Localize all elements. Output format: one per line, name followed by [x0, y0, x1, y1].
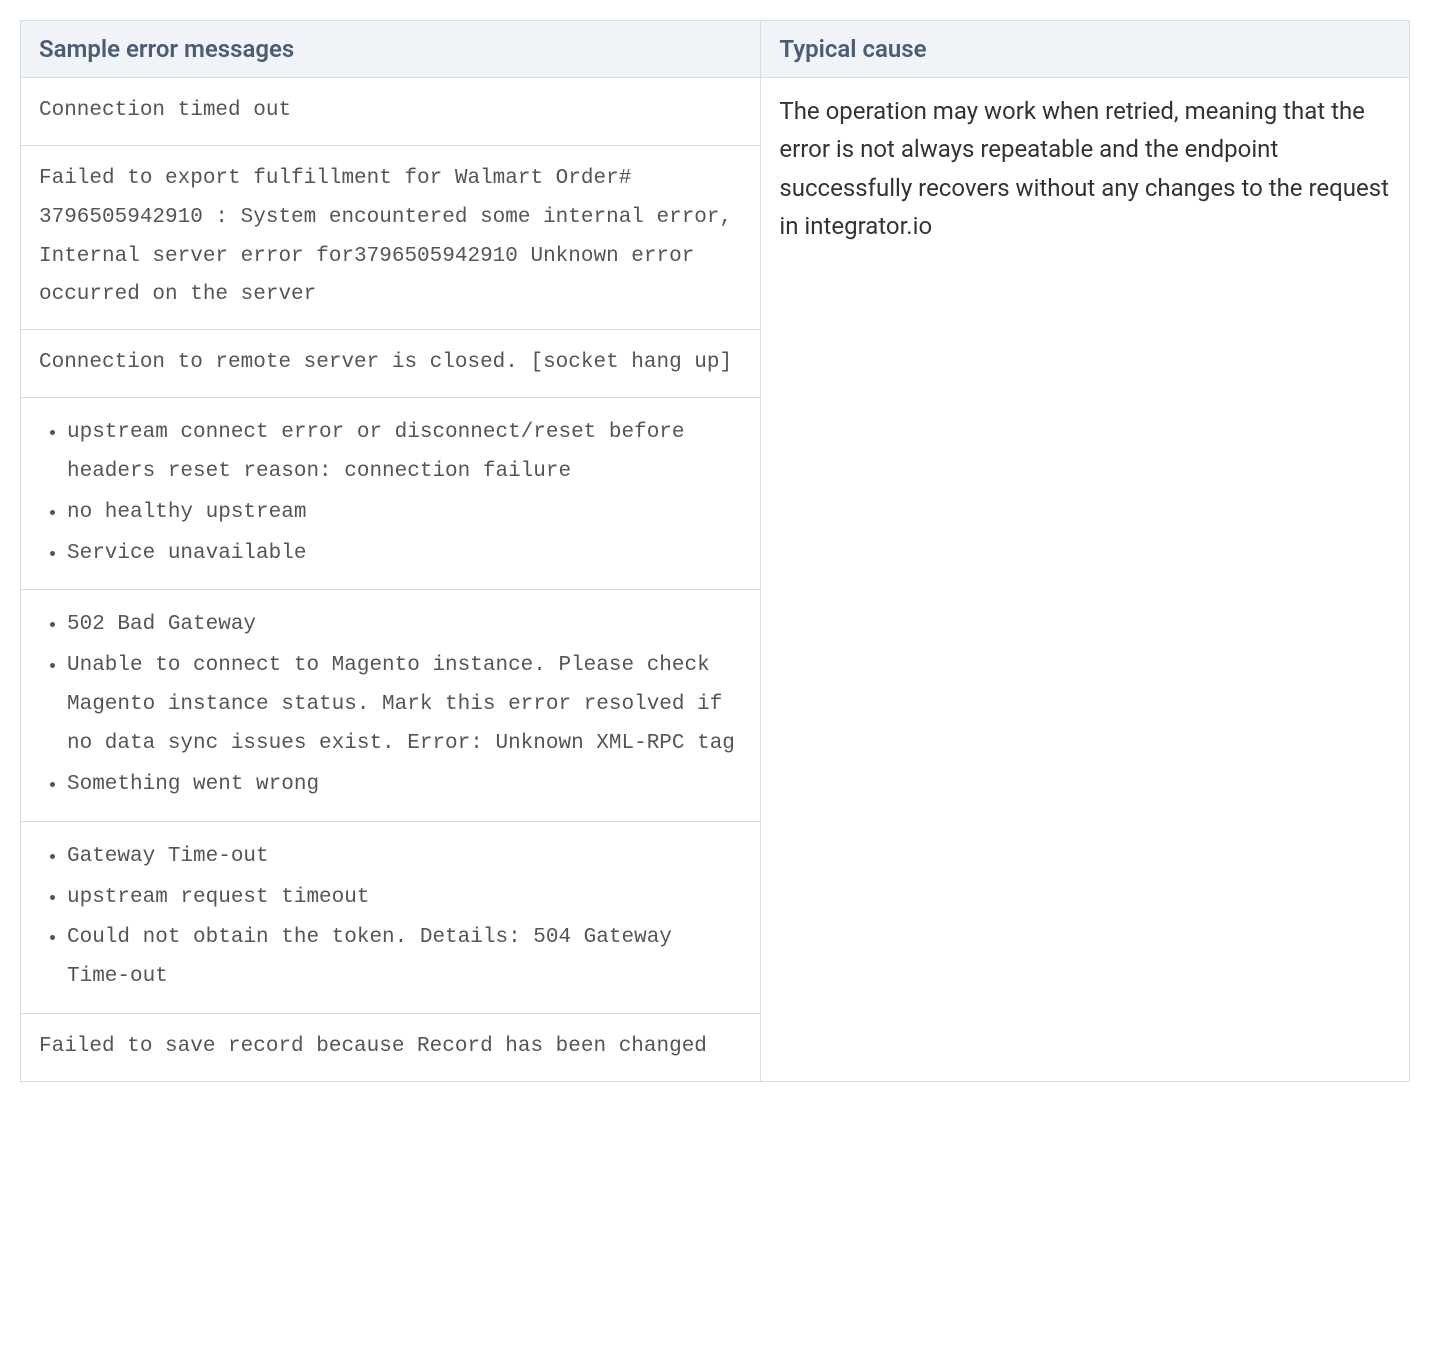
error-message-cell: Connection to remote server is closed. [… — [21, 330, 761, 398]
error-list: 502 Bad Gateway Unable to connect to Mag… — [39, 606, 742, 804]
header-sample-errors: Sample error messages — [21, 21, 761, 78]
typical-cause-cell: The operation may work when retried, mea… — [761, 78, 1410, 1082]
list-item: Service unavailable — [67, 535, 742, 574]
error-list: upstream connect error or disconnect/res… — [39, 414, 742, 573]
list-item: no healthy upstream — [67, 494, 742, 533]
error-message-cell: 502 Bad Gateway Unable to connect to Mag… — [21, 590, 761, 821]
list-item: Unable to connect to Magento instance. P… — [67, 647, 742, 764]
error-message-cell: Connection timed out — [21, 78, 761, 146]
list-item: Something went wrong — [67, 766, 742, 805]
error-message-cell: Gateway Time-out upstream request timeou… — [21, 821, 761, 1013]
list-item: Could not obtain the token. Details: 504… — [67, 919, 742, 997]
table-header-row: Sample error messages Typical cause — [21, 21, 1410, 78]
error-message-cell: Failed to export fulfillment for Walmart… — [21, 145, 761, 329]
list-item: Gateway Time-out — [67, 838, 742, 877]
list-item: 502 Bad Gateway — [67, 606, 742, 645]
header-typical-cause: Typical cause — [761, 21, 1410, 78]
error-message-cell: Failed to save record because Record has… — [21, 1014, 761, 1082]
list-item: upstream connect error or disconnect/res… — [67, 414, 742, 492]
list-item: upstream request timeout — [67, 879, 742, 918]
table-row: Connection timed out The operation may w… — [21, 78, 1410, 146]
error-message-cell: upstream connect error or disconnect/res… — [21, 398, 761, 590]
error-messages-table: Sample error messages Typical cause Conn… — [20, 20, 1410, 1082]
error-list: Gateway Time-out upstream request timeou… — [39, 838, 742, 997]
